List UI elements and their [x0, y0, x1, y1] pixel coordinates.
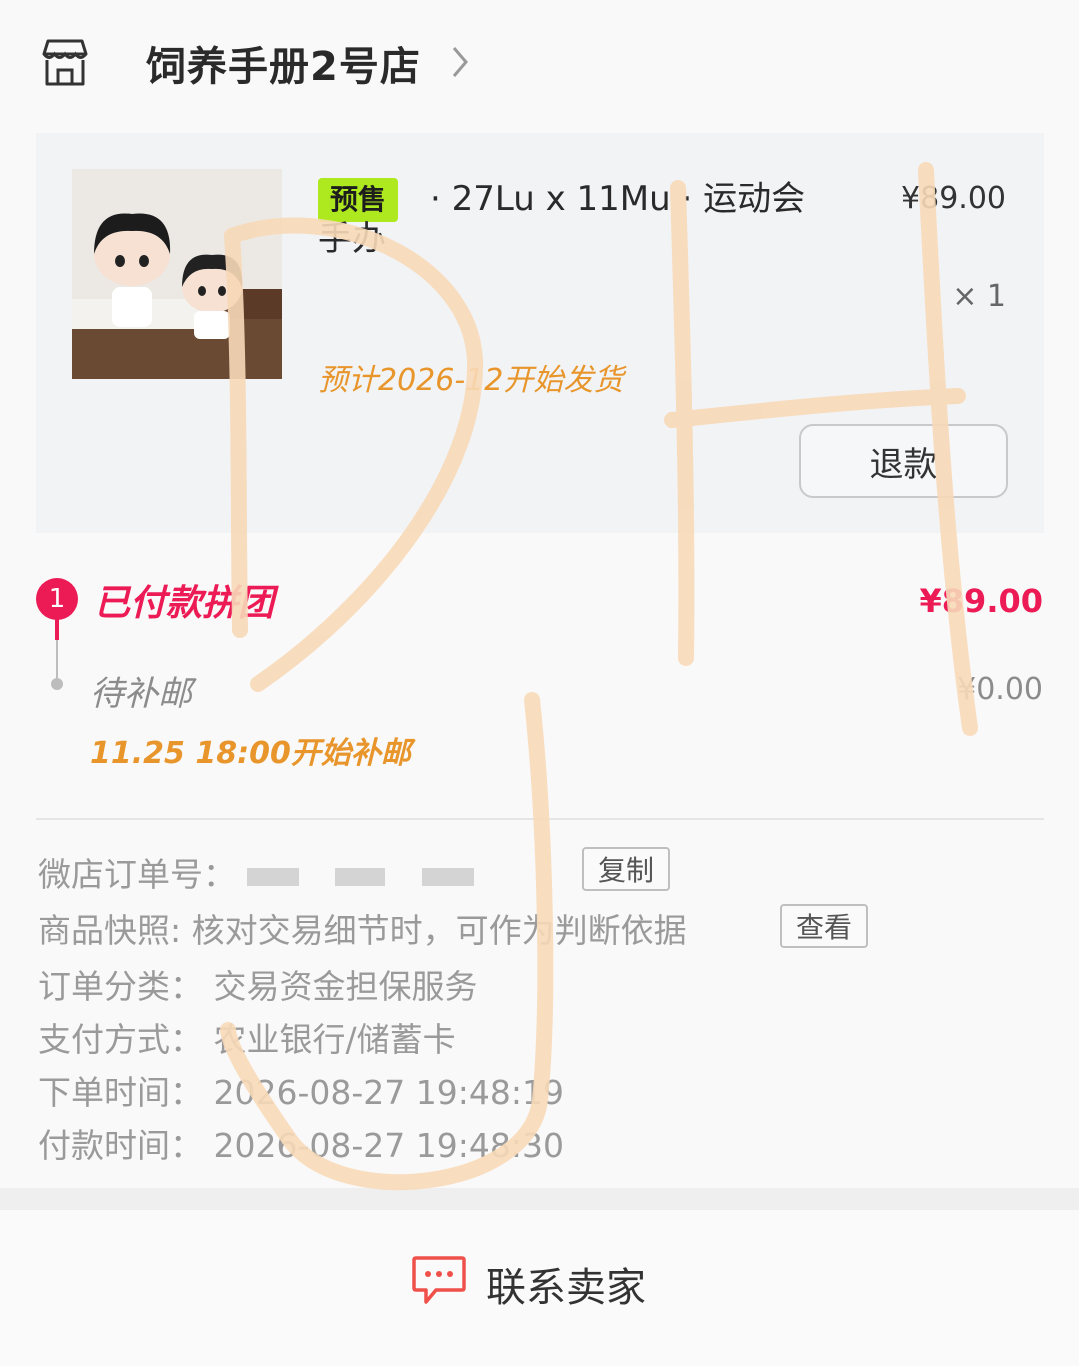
order-time-label: 下单时间： [38, 1073, 203, 1112]
step-paid-amount: ¥89.00 [919, 582, 1043, 620]
pay-time-value: 2026-08-27 19:48:30 [213, 1126, 564, 1165]
step-paid-label: 已付款拼团 [94, 583, 275, 624]
shop-name[interactable]: 饲养手册2号店 [146, 34, 421, 92]
category-value: 交易资金担保服务 [213, 967, 478, 1006]
section-gap [0, 1188, 1079, 1210]
product-card[interactable]: 预售 · 27Lu x 11Mu · 运动会手办 ¥89.00 × 1 预计20… [36, 133, 1044, 533]
step-connector [55, 618, 59, 640]
chat-bubble-icon [412, 1256, 466, 1304]
order-time-value: 2026-08-27 19:48:19 [213, 1073, 564, 1112]
shop-header[interactable]: 饲养手册2号店 [0, 0, 1079, 125]
store-icon [42, 39, 88, 86]
product-title[interactable]: · 27Lu x 11Mu · 运动会手办 [318, 179, 838, 259]
product-quantity: × 1 [952, 279, 1006, 314]
pay-time-row: 付款时间： 2026-08-27 19:48:30 [38, 1119, 564, 1167]
step-shipping-label: 待补邮 [90, 674, 192, 714]
shipping-note: 预计2026-12开始发货 [318, 363, 624, 398]
divider [36, 818, 1044, 820]
product-thumbnail[interactable] [72, 169, 282, 379]
chevron-right-icon[interactable] [446, 42, 474, 82]
contact-seller-label[interactable]: 联系卖家 [486, 1255, 646, 1313]
snapshot-label: 商品快照: [38, 911, 182, 950]
snapshot-value: 核对交易细节时，可作为判断依据 [191, 911, 687, 950]
step-number-badge: 1 [36, 578, 78, 620]
step-dot [51, 678, 63, 690]
payment-value: 农业银行/储蓄卡 [213, 1020, 456, 1059]
order-number-label: 微店订单号： [38, 855, 236, 894]
payment-label: 支付方式： [38, 1020, 203, 1059]
payment-row: 支付方式： 农业银行/储蓄卡 [38, 1013, 456, 1061]
pay-time-label: 付款时间： [38, 1126, 203, 1165]
order-time-row: 下单时间： 2026-08-27 19:48:19 [38, 1066, 564, 1114]
category-label: 订单分类： [38, 967, 203, 1006]
step-shipping-amount: ¥0.00 [957, 672, 1043, 707]
order-number-redacted [246, 867, 299, 886]
order-number-redacted [421, 867, 474, 886]
order-number-row: 微店订单号： [38, 848, 500, 896]
snapshot-row: 商品快照: 核对交易细节时，可作为判断依据 [38, 904, 687, 952]
copy-button[interactable]: 复制 [582, 847, 671, 891]
step-shipping-note: 11.25 18:00开始补邮 [90, 736, 411, 771]
order-number-redacted [335, 867, 385, 886]
refund-button[interactable]: 退款 [799, 424, 1008, 498]
product-price: ¥89.00 [901, 181, 1006, 216]
category-row: 订单分类： 交易资金担保服务 [38, 960, 478, 1008]
step-connector [56, 640, 58, 680]
figure-photo [72, 169, 282, 379]
view-snapshot-button[interactable]: 查看 [780, 904, 869, 948]
contact-seller-bar[interactable]: 联系卖家 [0, 1210, 1079, 1366]
